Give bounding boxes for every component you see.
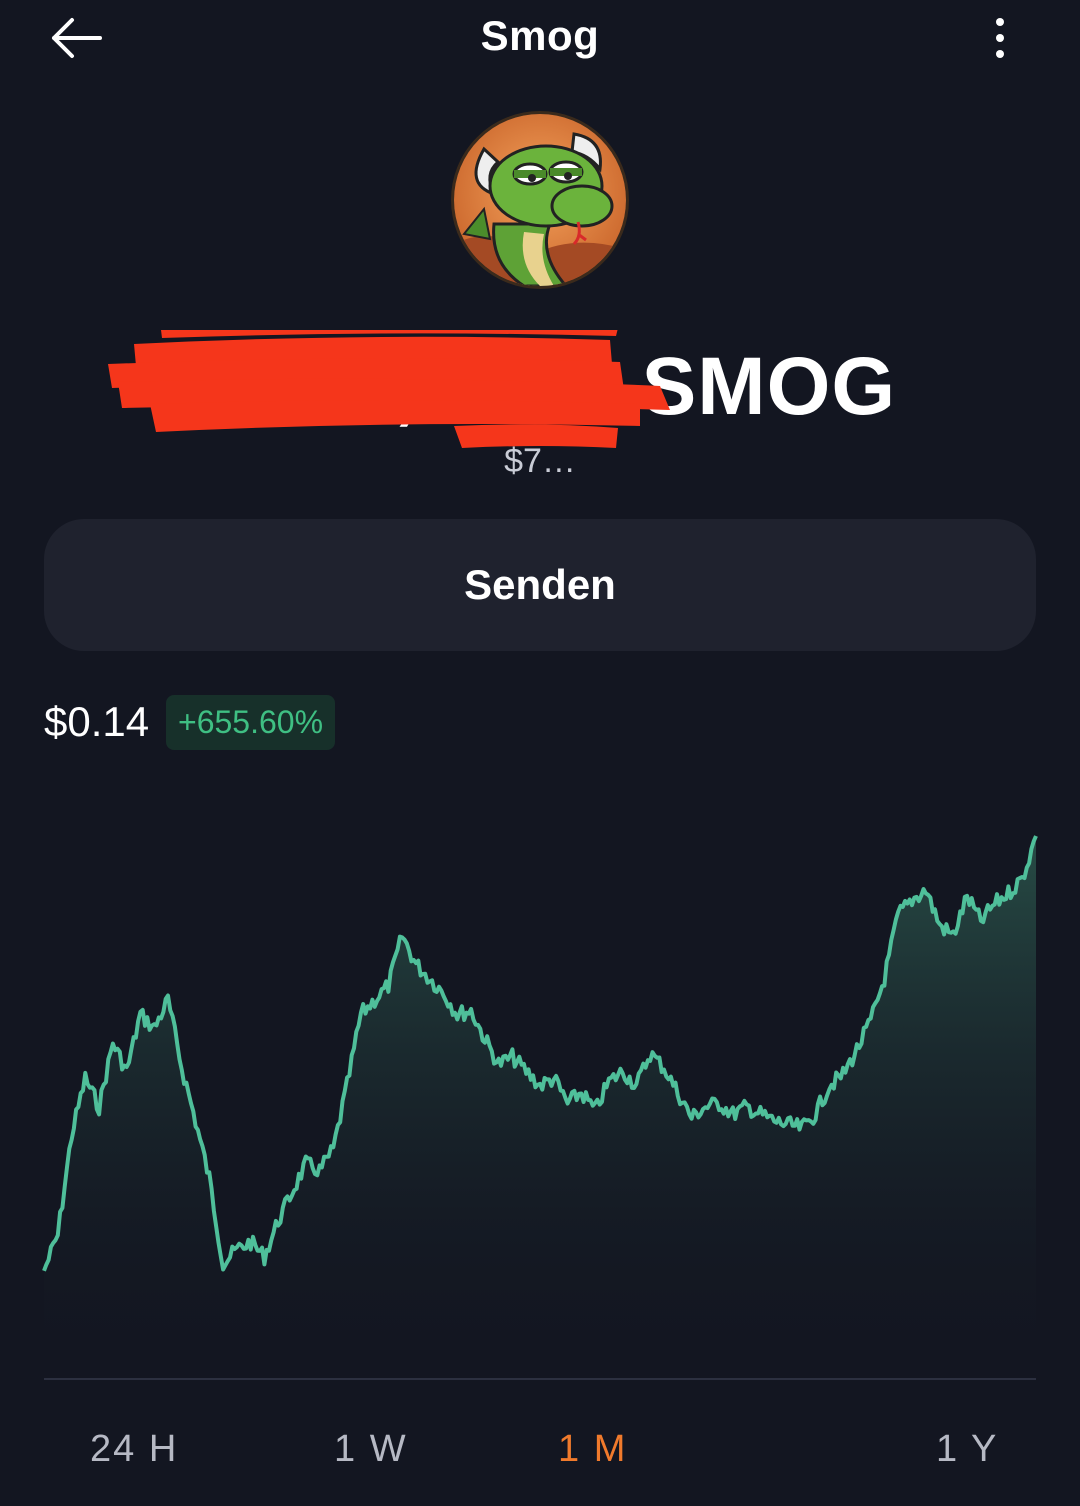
tab-1w[interactable]: 1 W [334, 1428, 408, 1471]
more-vertical-icon-dot [996, 50, 1004, 58]
token-balance-usd: $7… [504, 442, 576, 480]
more-options-button[interactable] [980, 10, 1020, 66]
tab-24h[interactable]: 24 H [90, 1428, 178, 1471]
more-vertical-icon-dot [996, 18, 1004, 26]
header: Smog [0, 0, 1080, 80]
more-vertical-icon-dot [996, 34, 1004, 42]
token-balance: 4,974,… 62 SMOG [183, 341, 897, 432]
price-chart-svg [42, 835, 1038, 1380]
tab-1m[interactable]: 1 M [558, 1428, 627, 1471]
token-avatar [451, 111, 629, 289]
price-change-badge: +655.60% [166, 695, 336, 750]
tab-1y[interactable]: 1 Y [936, 1428, 998, 1471]
time-range-tabs: 24 H 1 W 1 M 1 Y [0, 1420, 1080, 1484]
current-price: $0.14 [44, 698, 150, 745]
send-button[interactable]: Senden [44, 519, 1036, 651]
balance-section: 4,974,… 62 SMOG $7… [0, 330, 1080, 480]
smog-dragon-logo [454, 114, 626, 286]
send-button-label: Senden [464, 561, 616, 608]
price-chart[interactable] [0, 790, 1080, 1390]
token-detail-screen: Smog 4,974,… 62 SMOG $7… Senden $0.14 +6… [0, 0, 1080, 1506]
page-title: Smog [480, 12, 600, 59]
